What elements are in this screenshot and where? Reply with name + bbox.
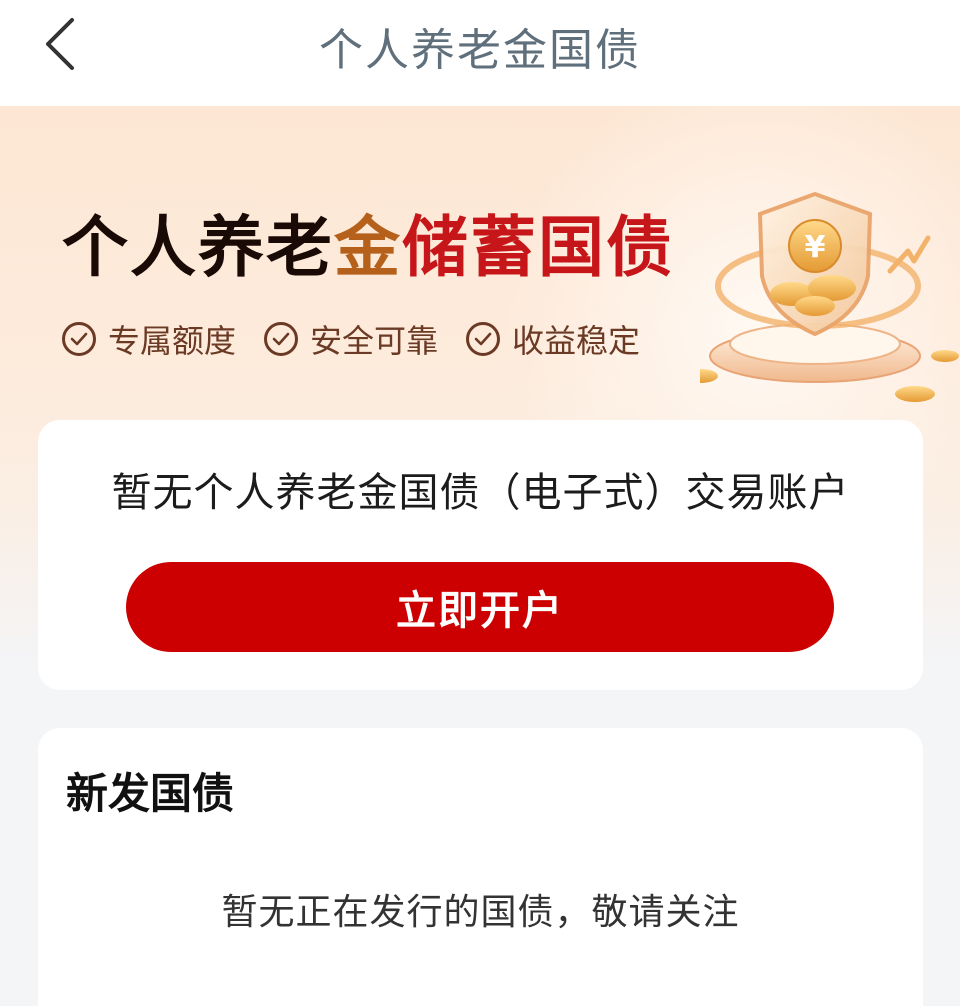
- headline-part-2: 金: [334, 209, 402, 286]
- check-circle-icon: [466, 322, 501, 356]
- headline-part-3: 储蓄国债: [402, 209, 674, 286]
- account-card: 暂无个人养老金国债（电子式）交易账户 立即开户: [38, 420, 923, 690]
- page-title: 个人养老金国债: [319, 25, 641, 76]
- back-button[interactable]: [30, 14, 90, 74]
- page: 个人养老金国债 个人养老金储蓄国债 专属额度 安全可靠 收益稳定 ¥ 暂无个人养…: [0, 0, 960, 1006]
- headline-part-1: 个人养老: [62, 209, 334, 286]
- check-circle-icon: [264, 322, 299, 356]
- check-circle-icon: [62, 322, 96, 356]
- svg-text:¥: ¥: [805, 230, 826, 265]
- feature-label: 安全可靠: [310, 322, 439, 360]
- feature-label: 专属额度: [108, 322, 237, 360]
- open-account-button[interactable]: 立即开户: [126, 562, 834, 652]
- feature-list: 专属额度 安全可靠 收益稳定: [62, 316, 640, 362]
- new-bonds-empty-message: 暂无正在发行的国债，敬请关注: [221, 892, 740, 933]
- nav-bar: 个人养老金国债: [0, 0, 960, 106]
- chevron-left-icon: [46, 18, 74, 70]
- feature-label: 收益稳定: [512, 322, 641, 360]
- no-account-message: 暂无个人养老金国债（电子式）交易账户: [111, 470, 850, 516]
- feature-item: 专属额度: [62, 316, 236, 362]
- shield-coin-illustration: ¥: [700, 191, 959, 402]
- new-bonds-title: 新发国债: [66, 769, 235, 818]
- banner-headline: 个人养老金储蓄国债: [62, 194, 674, 290]
- new-bonds-card: 新发国债 暂无正在发行的国债，敬请关注: [38, 728, 923, 1006]
- feature-item: 收益稳定: [466, 316, 640, 362]
- feature-item: 安全可靠: [264, 316, 438, 362]
